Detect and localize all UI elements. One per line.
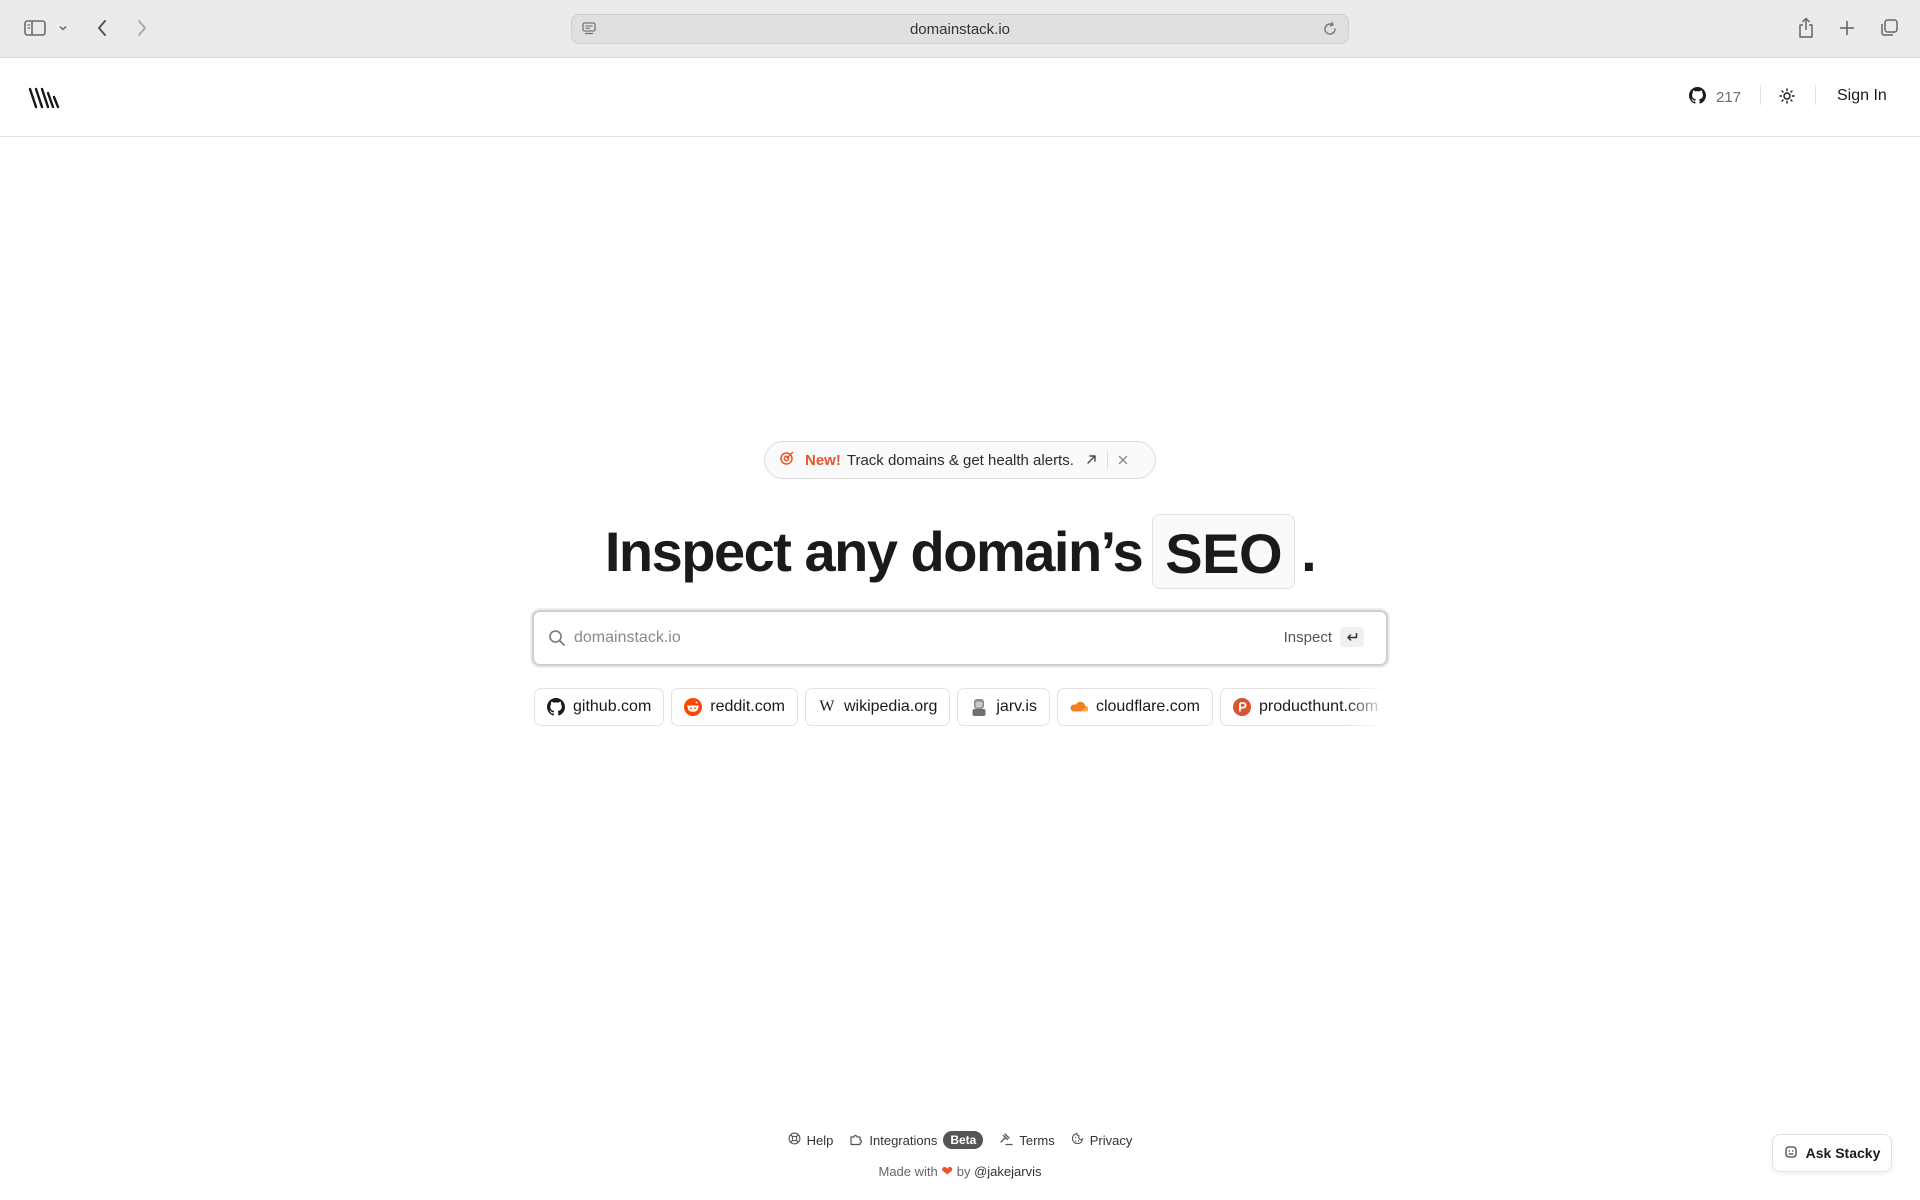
privacy-link[interactable]: Privacy [1071, 1132, 1133, 1148]
divider [1106, 451, 1108, 469]
page-title: Inspect any domain’s SEO . [0, 514, 1920, 589]
github-icon [547, 698, 565, 716]
url-text: domainstack.io [909, 21, 1011, 38]
sign-in-button[interactable]: Sign In [1837, 87, 1887, 105]
cloudflare-icon [1070, 698, 1088, 716]
divider [1760, 85, 1761, 105]
author-link[interactable]: @jakejarvis [974, 1164, 1041, 1179]
github-star-count: 217 [1716, 89, 1742, 106]
close-icon[interactable] [1118, 452, 1128, 469]
heart-icon: ❤ [941, 1163, 954, 1179]
terms-label: Terms [1019, 1132, 1055, 1148]
suggestion-label: wikipedia.org [843, 698, 938, 715]
inspect-button[interactable]: Inspect [1284, 629, 1332, 646]
suggestion-label: producthunt.com [1259, 698, 1379, 715]
footer-links: Help Integrations Beta Terms Privacy [0, 1131, 1920, 1149]
domain-search-box: Inspect [532, 610, 1388, 666]
tab-overview-icon[interactable] [1878, 13, 1900, 43]
search-input[interactable] [574, 612, 1214, 664]
announcement-banner[interactable]: New! Track domains & get health alerts. [764, 441, 1156, 479]
enter-key-icon [1340, 627, 1364, 647]
sun-icon[interactable] [1779, 88, 1795, 109]
gavel-icon [999, 1132, 1013, 1149]
sidebar-toggle-icon[interactable] [22, 13, 48, 43]
privacy-label: Privacy [1089, 1132, 1133, 1148]
announcement-tag: New! [805, 451, 841, 469]
suggestion-chip[interactable]: cloudflare.com [1056, 688, 1213, 726]
puzzle-icon [849, 1132, 863, 1149]
new-tab-icon[interactable] [1836, 13, 1858, 43]
target-icon [779, 450, 795, 470]
producthunt-icon [1233, 698, 1251, 716]
ask-stacky-button[interactable]: Ask Stacky [1772, 1134, 1892, 1172]
suggestion-label: github.com [573, 698, 652, 715]
logo-icon[interactable] [28, 85, 62, 111]
made-with-text: Made with [878, 1164, 938, 1179]
ask-stacky-label: Ask Stacky [1805, 1145, 1881, 1161]
suggestion-label: jarv.is [996, 698, 1037, 715]
beta-badge: Beta [943, 1131, 984, 1149]
search-icon [548, 629, 566, 652]
bot-icon [1784, 1145, 1798, 1162]
made-with-credit: Made with ❤ by @jakejarvis [0, 1163, 1920, 1180]
headline-period: . [1301, 520, 1317, 583]
reload-icon[interactable] [1322, 21, 1338, 42]
help-link[interactable]: Help [788, 1132, 834, 1148]
divider [1815, 85, 1816, 105]
rotating-keyword: SEO [1152, 514, 1296, 589]
suggestion-chip[interactable]: producthunt.com [1220, 688, 1386, 726]
suggestion-chip[interactable]: reddit.com [671, 688, 798, 726]
address-bar[interactable]: domainstack.io [571, 14, 1349, 44]
chevron-down-icon[interactable] [56, 13, 70, 43]
life-buoy-icon [788, 1132, 801, 1148]
suggestion-chip[interactable]: jarv.is [957, 688, 1050, 726]
suggestion-chip[interactable]: github.com [534, 688, 665, 726]
github-stars-link[interactable]: 217 [1689, 87, 1741, 108]
arrow-up-right-icon[interactable] [1086, 452, 1097, 469]
cookie-icon [1071, 1132, 1084, 1148]
github-icon [1689, 87, 1706, 108]
terms-link[interactable]: Terms [999, 1132, 1055, 1149]
reddit-icon [684, 698, 703, 716]
help-label: Help [806, 1132, 834, 1148]
suggestion-label: reddit.com [710, 698, 785, 715]
back-icon[interactable] [92, 13, 112, 43]
avatar-icon [970, 698, 988, 716]
headline-text: Inspect any domain’s [604, 520, 1144, 583]
integrations-label: Integrations [869, 1132, 938, 1148]
forward-icon[interactable] [132, 13, 152, 43]
share-icon[interactable] [1795, 13, 1817, 43]
suggested-domains: github.com reddit.com W wikipedia.org ja… [534, 688, 1386, 728]
suggestion-label: cloudflare.com [1095, 698, 1200, 715]
announcement-message: Track domains & get health alerts. [846, 451, 1074, 469]
by-text: by [956, 1164, 971, 1179]
suggestion-chip[interactable]: W wikipedia.org [804, 688, 951, 726]
wikipedia-icon: W [819, 698, 835, 715]
browser-toolbar: domainstack.io [0, 0, 1920, 58]
site-header: 217 Sign In [0, 59, 1920, 137]
integrations-link[interactable]: Integrations Beta [849, 1131, 984, 1149]
